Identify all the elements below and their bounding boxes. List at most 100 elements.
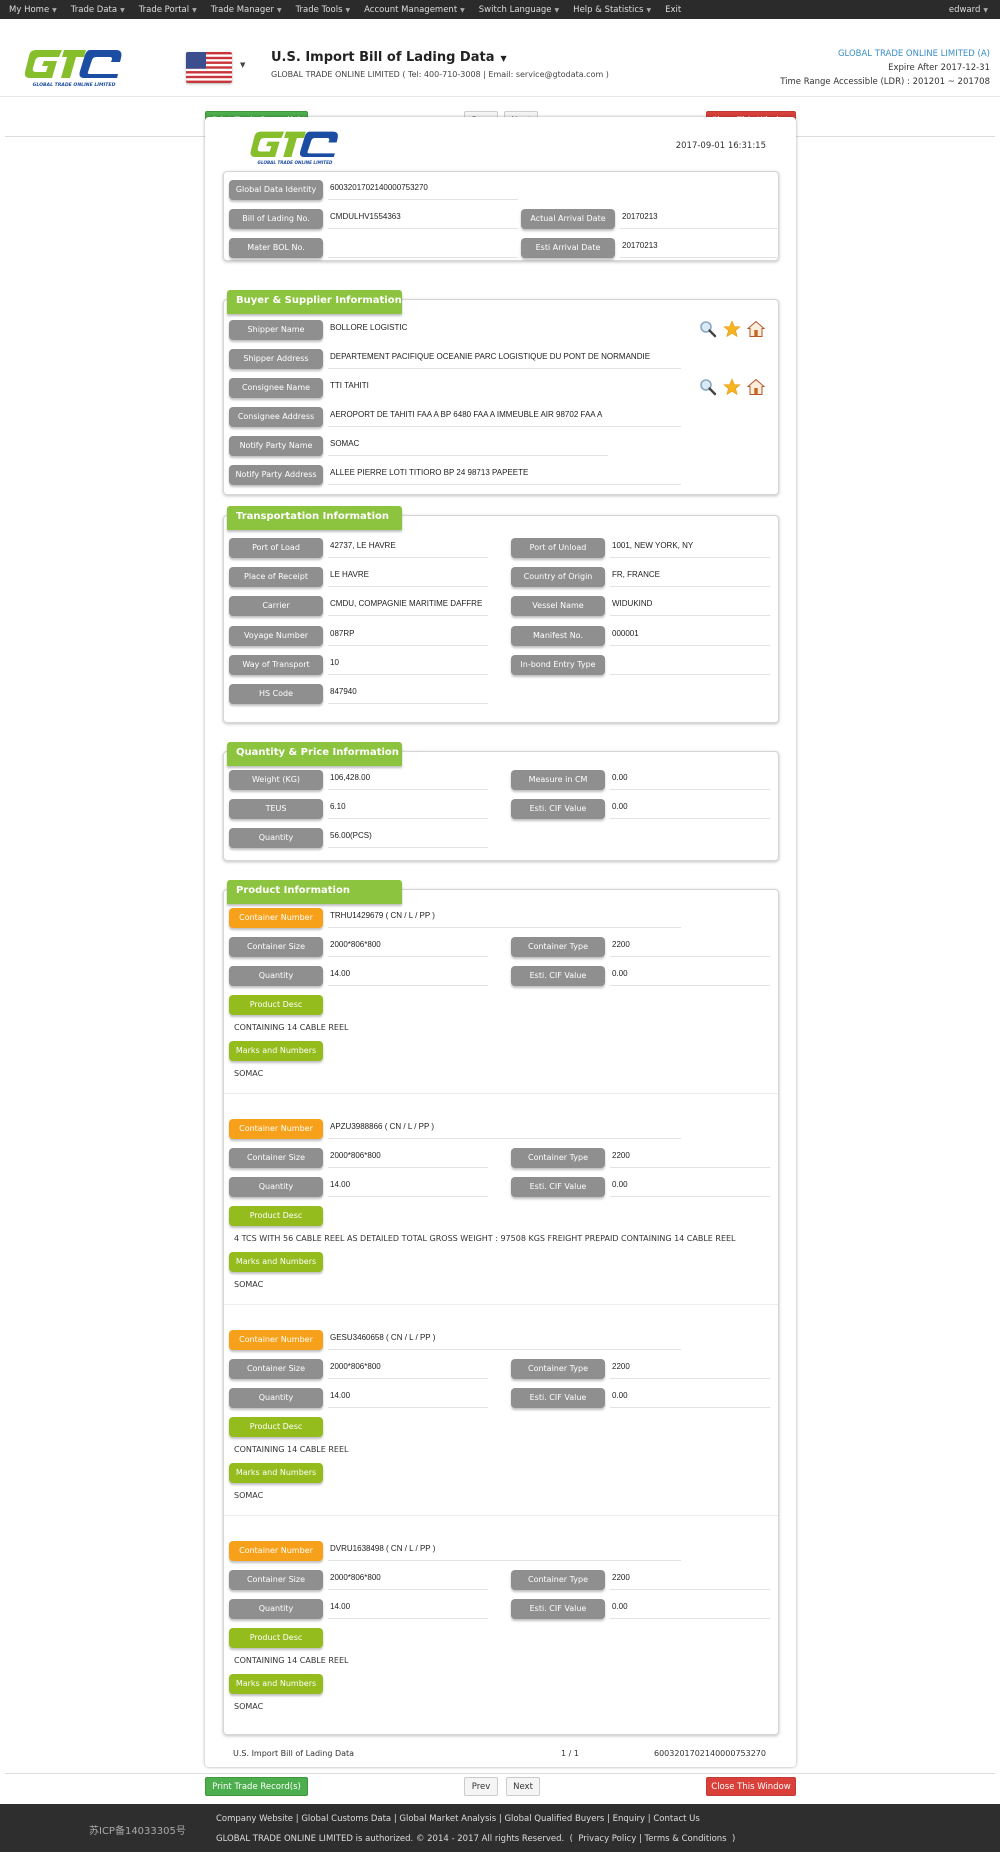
home-icon[interactable] — [747, 320, 765, 338]
star-icon[interactable] — [723, 378, 741, 396]
container-quantity-value: 14.00 — [328, 1388, 488, 1408]
divider — [5, 1773, 995, 1774]
marks-numbers-value: SOMAC — [234, 1280, 264, 1289]
actual-arrival-value: 20170213 — [620, 209, 780, 229]
marks-numbers-value: SOMAC — [234, 1702, 264, 1711]
page-title[interactable]: U.S. Import Bill of Lading Data ▼ — [271, 50, 507, 65]
page-title-text: U.S. Import Bill of Lading Data — [271, 50, 495, 65]
way-of-transport-label: Way of Transport — [229, 655, 323, 675]
hs-code-value: 847940 — [328, 684, 488, 704]
container-type-label: Container Type — [511, 1570, 605, 1590]
hs-code-label: HS Code — [229, 684, 323, 704]
container-number-label: Container Number — [229, 908, 323, 928]
container-size-value: 2000*806*800 — [328, 1148, 488, 1168]
container-cif-value: 0.00 — [610, 966, 770, 986]
voyage-number-label: Voyage Number — [229, 626, 323, 646]
nav-trade-manager[interactable]: Trade Manager ▼ — [211, 5, 282, 15]
product-desc-value: CONTAINING 14 CABLE REEL — [234, 1656, 349, 1665]
footer-link-company-website[interactable]: Company Website — [216, 1814, 293, 1824]
us-flag-icon[interactable] — [186, 52, 232, 83]
container-number-value: DVRU1638498 ( CN / L / PP ) — [328, 1541, 681, 1561]
caret-down-icon: ▼ — [554, 6, 560, 14]
notify-party-name-label: Notify Party Name — [229, 436, 323, 456]
nav-trade-tools[interactable]: Trade Tools ▼ — [296, 5, 351, 15]
next-button[interactable]: Next — [506, 1777, 540, 1796]
country-dropdown-caret-icon[interactable]: ▼ — [240, 61, 245, 69]
product-desc-value: CONTAINING 14 CABLE REEL — [234, 1023, 349, 1032]
svg-text:GLOBAL TRADE ONLINE LIMITED: GLOBAL TRADE ONLINE LIMITED — [258, 160, 333, 165]
gto-logo[interactable]: GLOBAL TRADE ONLINE LIMITED — [24, 46, 124, 88]
icp-number: 苏ICP备14033305号 — [89, 1826, 186, 1837]
container-cif-value: 0.00 — [610, 1599, 770, 1619]
search-icon[interactable] — [699, 320, 717, 338]
nav-switch-language[interactable]: Switch Language ▼ — [479, 5, 559, 15]
nav-help-statistics[interactable]: Help & Statistics ▼ — [573, 5, 651, 15]
marks-numbers-value: SOMAC — [234, 1069, 264, 1078]
star-icon[interactable] — [723, 320, 741, 338]
vessel-name-label: Vessel Name — [511, 596, 605, 616]
home-icon[interactable] — [747, 378, 765, 396]
privacy-policy-link[interactable]: Privacy Policy — [578, 1834, 636, 1844]
way-of-transport-value: 10 — [328, 655, 488, 675]
footer-link-contact-us[interactable]: Contact Us — [653, 1814, 699, 1824]
container-cif-label: Esti. CIF Value — [511, 1177, 605, 1197]
container-size-label: Container Size — [229, 1359, 323, 1379]
caret-down-icon: ▼ — [345, 6, 351, 14]
nav-label: Trade Manager — [210, 4, 274, 15]
gto-logo: GLOBAL TRADE ONLINE LIMITED — [250, 131, 338, 165]
container-type-value: 2200 — [610, 1570, 770, 1590]
container-cif-value: 0.00 — [610, 1388, 770, 1408]
nav-trade-data[interactable]: Trade Data ▼ — [71, 5, 125, 15]
nav-account-management[interactable]: Account Management ▼ — [364, 5, 465, 15]
teus-label: TEUS — [229, 799, 323, 819]
caret-down-icon: ▼ — [52, 6, 57, 14]
port-of-load-label: Port of Load — [229, 538, 323, 558]
user-menu[interactable]: edward ▼ — [949, 5, 988, 15]
expire-date: Expire After 2017-12-31 — [888, 63, 990, 73]
nav-label: Exit — [665, 4, 682, 15]
username: edward — [948, 4, 981, 15]
quantity-price-panel: Quantity & Price Information Weight (KG)… — [223, 742, 779, 861]
print-button[interactable]: Print Trade Record(s) — [205, 1777, 308, 1796]
footer-link-global-market-analysis[interactable]: Global Market Analysis — [399, 1814, 496, 1824]
country-of-origin-value: FR, FRANCE — [610, 567, 770, 587]
inbond-entry-type-value — [610, 655, 770, 675]
mater-bol-value — [328, 238, 518, 258]
footer-link-global-customs-data[interactable]: Global Customs Data — [301, 1814, 391, 1824]
consignee-name-label: Consignee Name — [229, 378, 323, 398]
container-number-label: Container Number — [229, 1541, 323, 1561]
nav-trade-portal[interactable]: Trade Portal ▼ — [139, 5, 197, 15]
container-quantity-label: Quantity — [229, 1388, 323, 1408]
container-quantity-label: Quantity — [229, 1599, 323, 1619]
esti-arrival-label: Esti Arrival Date — [521, 238, 615, 258]
container-type-value: 2200 — [610, 1359, 770, 1379]
weight-label: Weight (KG) — [229, 770, 323, 790]
consignee-name-value: TTI TAHITI — [330, 381, 369, 390]
section-title: Product Information — [227, 880, 402, 904]
container-quantity-value: 14.00 — [328, 1177, 488, 1197]
nav-label: Trade Tools — [295, 4, 343, 15]
record-id: 6003201702140000753270 — [654, 1749, 766, 1758]
container-size-value: 2000*806*800 — [328, 937, 488, 957]
close-window-button[interactable]: Close This Window — [706, 1777, 796, 1796]
search-icon[interactable] — [699, 378, 717, 396]
global-data-identity-label: Global Data Identity — [229, 180, 323, 200]
terms-conditions-link[interactable]: Terms & Conditions — [645, 1834, 727, 1844]
record-timestamp: 2017-09-01 16:31:15 — [675, 141, 766, 151]
container-size-value: 2000*806*800 — [328, 1359, 488, 1379]
container-number-value: GESU3460658 ( CN / L / PP ) — [328, 1330, 681, 1350]
nav-exit[interactable]: Exit — [665, 5, 681, 15]
nav-my-home[interactable]: My Home ▼ — [9, 5, 57, 15]
shipper-actions — [699, 320, 765, 338]
quantity-label: Quantity — [229, 828, 323, 848]
product-panel: Product Information Container Number TRH… — [223, 880, 779, 1735]
container-type-value: 2200 — [610, 937, 770, 957]
footer-link-enquiry[interactable]: Enquiry — [613, 1814, 645, 1824]
toolbar-bottom: Print Trade Record(s) Prev Next Close Th… — [0, 1766, 1000, 1800]
prev-button[interactable]: Prev — [464, 1777, 498, 1796]
nav-label: My Home — [9, 4, 50, 15]
bol-value: CMDULHV1554363 — [328, 209, 518, 229]
caret-down-icon: ▼ — [983, 6, 988, 14]
nav-label: Help & Statistics — [573, 4, 644, 15]
footer-link-global-qualified-buyers[interactable]: Global Qualified Buyers — [504, 1814, 604, 1824]
